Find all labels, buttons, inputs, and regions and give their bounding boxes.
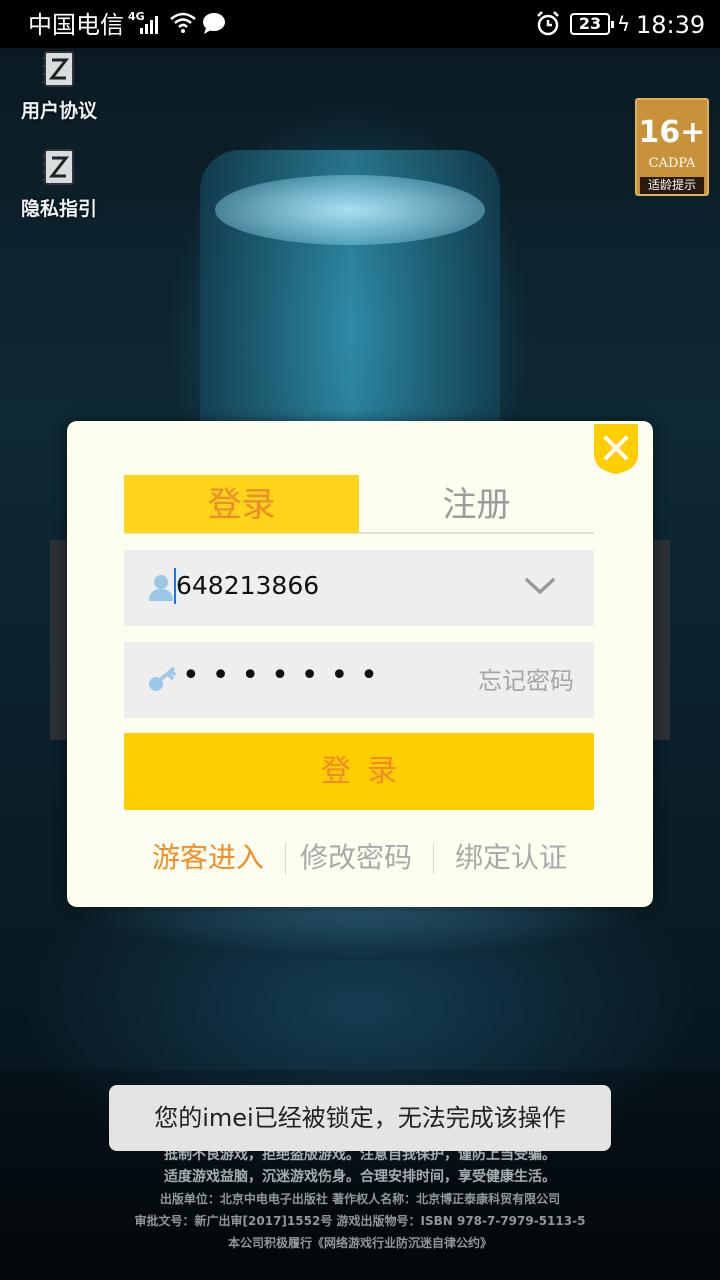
age-rating-org: CADPA <box>648 156 696 171</box>
charging-icon: ϟ <box>617 12 631 36</box>
dialog-links: 游客进入 修改密码 绑定认证 <box>124 838 594 882</box>
publisher-info: 出版单位：北京中电电子出版社 著作权人名称：北京博正泰康科贸有限公司 <box>159 1192 561 1206</box>
forgot-password-link[interactable]: 忘记密码 <box>478 666 574 696</box>
pledge-info: 本公司积极履行《网络游戏行业防沉迷自律公约》 <box>227 1236 492 1250</box>
privacy-guide-label: 隐私指引 <box>20 198 97 220</box>
login-tabs: 登录 注册 <box>124 475 594 534</box>
background-tube-glow <box>215 175 485 245</box>
key-icon <box>149 667 176 691</box>
tab-register[interactable]: 注册 <box>359 475 594 533</box>
clock: 18:39 <box>636 11 706 39</box>
toast-message: 您的imei已经被锁定，无法完成该操作 <box>109 1085 611 1151</box>
alarm-icon <box>537 11 559 36</box>
wifi-icon <box>170 12 196 33</box>
document-icon <box>42 51 74 87</box>
notice-line-2: 适度游戏益脑，沉迷游戏伤身。合理安排时间，享受健康生活。 <box>164 1169 556 1185</box>
age-rating-tip: 适龄提示 <box>640 177 704 194</box>
battery-indicator: 23 <box>570 13 614 35</box>
privacy-guide-link[interactable]: 隐私指引 <box>14 148 104 221</box>
health-notice: 抵制不良游戏，拒绝盗版游戏。注意自我保护，谨防上当受骗。 适度游戏益脑，沉迷游戏… <box>0 1140 720 1254</box>
chat-icon <box>203 13 225 34</box>
carrier-label: 中国电信 <box>28 11 124 39</box>
chevron-down-icon[interactable] <box>524 574 556 598</box>
user-agreement-label: 用户协议 <box>20 100 97 122</box>
status-bar: 中国电信 4G 23 ϟ 18:39 <box>0 0 720 48</box>
tab-login[interactable]: 登录 <box>124 475 359 533</box>
user-icon <box>149 575 173 601</box>
password-input-value[interactable]: ••••••• <box>182 656 390 696</box>
age-rating-number: 16+ <box>638 115 706 150</box>
change-password-link[interactable]: 修改密码 <box>300 838 412 878</box>
divider <box>285 842 286 874</box>
login-button[interactable]: 登录 <box>124 733 594 810</box>
approval-info: 审批文号：新广出审[2017]1552号 游戏出版物号：ISBN 978-7-7… <box>134 1214 586 1228</box>
signal-icon <box>140 16 158 34</box>
age-rating-badge[interactable]: 16+ CADPA 适龄提示 <box>635 98 709 196</box>
password-field[interactable]: ••••••• 忘记密码 <box>124 642 594 718</box>
account-input-value[interactable]: 648213866 <box>176 570 319 602</box>
document-icon <box>42 149 74 185</box>
user-agreement-link[interactable]: 用户协议 <box>14 50 104 123</box>
divider <box>433 842 434 874</box>
account-field[interactable]: 648213866 <box>124 550 594 626</box>
bind-verify-link[interactable]: 绑定认证 <box>455 838 567 878</box>
close-icon[interactable] <box>594 424 638 474</box>
guest-login-link[interactable]: 游客进入 <box>152 838 264 878</box>
